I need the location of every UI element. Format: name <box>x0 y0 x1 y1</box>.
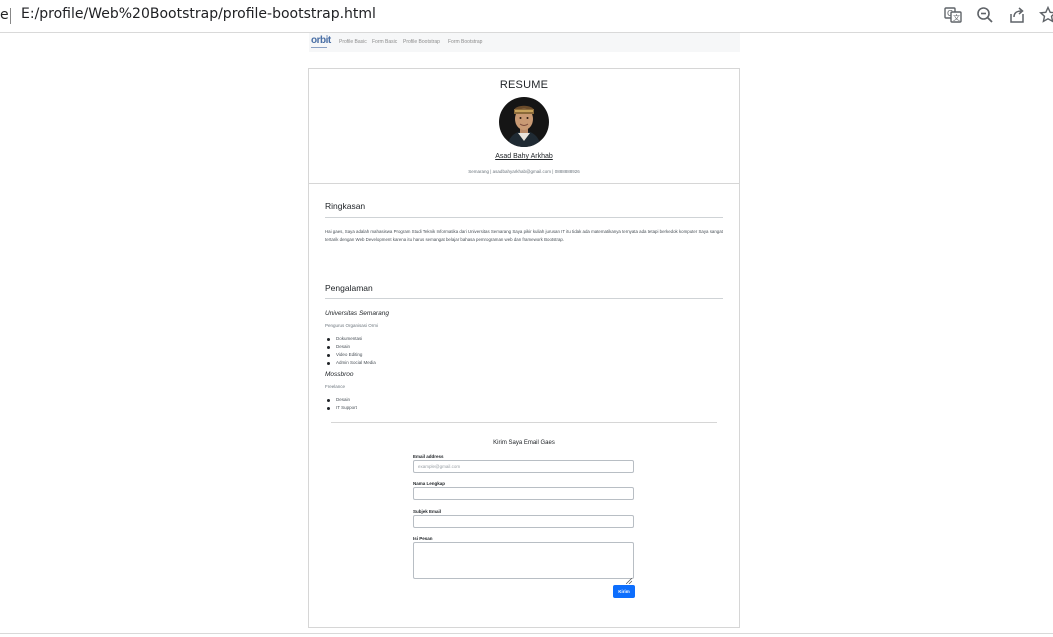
resume-header-card: RESUME Asad Bahy Arkhab Semarang | asadb… <box>308 68 740 184</box>
share-icon[interactable] <box>1008 6 1026 24</box>
message-textarea[interactable] <box>413 542 634 585</box>
browser-address-bar: e E:/profile/Web%20Bootstrap/profile-boo… <box>0 0 1053 33</box>
svg-text:文: 文 <box>953 13 960 22</box>
job-org: Mossbroo <box>325 371 354 378</box>
section-separator <box>331 422 717 423</box>
list-item: Dokumentasi <box>327 335 376 343</box>
resume-body-card: Ringkasan Hai gaes, Saya adalah mahasisw… <box>308 183 740 628</box>
profile-name-link[interactable]: Asad Bahy Arkhab <box>309 153 739 160</box>
contact-form-title: Kirim Saya Email Gaes <box>493 440 555 446</box>
tab-title-fragment: e <box>0 7 9 23</box>
job-duties-list: Dokumentasi Desain Video Editing Admin S… <box>327 335 376 367</box>
name-label: Nama Lengkap <box>413 481 446 486</box>
email-field[interactable]: example@gmail.com <box>413 460 634 473</box>
zoom-out-icon[interactable] <box>976 6 994 24</box>
nav-link-form-bootstrap[interactable]: Form Bootstrap <box>448 39 482 45</box>
summary-text: Hai gaes, Saya adalah mahasiswa Program … <box>325 229 723 242</box>
subject-field[interactable] <box>413 515 634 528</box>
message-label: Isi Pesan <box>413 536 433 541</box>
subject-label: Subjek Email <box>413 509 442 514</box>
list-item: Desain <box>327 343 376 351</box>
bookmark-star-icon[interactable] <box>1039 6 1053 24</box>
site-navbar: orbit Profile Basic Form Basic Profile B… <box>309 33 740 52</box>
job-org: Universitas Semarang <box>325 310 389 317</box>
page-bottom-border <box>0 633 1053 634</box>
summary-divider <box>325 217 723 218</box>
job-role: Pengurus Organisasi Ormi <box>325 323 379 328</box>
list-item: Desain <box>327 396 357 404</box>
nav-link-profile-basic[interactable]: Profile Basic <box>339 39 367 45</box>
summary-heading: Ringkasan <box>325 201 366 211</box>
brand-logo[interactable]: orbit <box>311 35 331 46</box>
contact-line: Semarang | asadbahyarkhab@gmail.com | 08… <box>468 169 580 174</box>
resize-grip-icon[interactable] <box>625 571 633 585</box>
nav-link-profile-bootstrap[interactable]: Profile Bootstrap <box>403 39 440 45</box>
list-item: Admin Social Media <box>327 360 376 365</box>
brand-underline <box>311 47 327 48</box>
job-duties-list: Desain IT Support <box>327 396 357 412</box>
avatar <box>499 97 549 147</box>
experience-divider <box>325 298 723 299</box>
email-label: Email address <box>413 454 444 459</box>
experience-heading: Pengalaman <box>325 283 373 293</box>
submit-button[interactable]: Kirim <box>613 585 635 598</box>
job-role: Freelance <box>325 384 346 389</box>
nav-link-form-basic[interactable]: Form Basic <box>372 39 397 45</box>
address-url[interactable]: E:/profile/Web%20Bootstrap/profile-boots… <box>21 6 376 22</box>
address-separator <box>10 8 11 24</box>
list-item: Video Editing <box>327 351 376 359</box>
name-field[interactable] <box>413 487 634 500</box>
resume-title: RESUME <box>499 79 549 91</box>
list-item: IT Support <box>327 405 357 410</box>
translate-icon[interactable]: G文 <box>944 6 962 24</box>
